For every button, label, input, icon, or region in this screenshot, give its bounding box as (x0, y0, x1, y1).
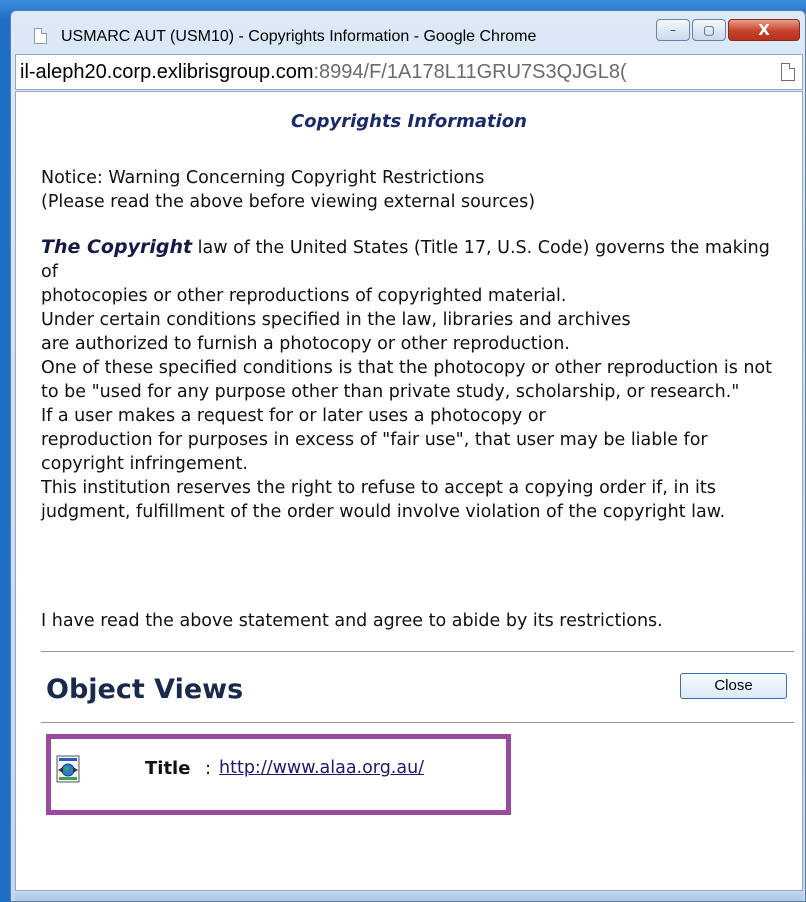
url-text[interactable]: il-aleph20.corp.exlibrisgroup.com:8994/F… (20, 61, 627, 84)
statement-line: reproduction for purposes in excess of "… (41, 430, 708, 474)
divider (41, 722, 794, 723)
page-icon (34, 28, 47, 44)
close-button[interactable]: Close (680, 673, 787, 699)
copyright-statement: The Copyright law of the United States (… (41, 235, 786, 524)
page-content: Copyrights Information Notice: Warning C… (15, 91, 803, 891)
notice-block: Notice: Warning Concerning Copyright Res… (41, 166, 781, 214)
page-heading: Copyrights Information (291, 111, 527, 132)
title-separator: : (205, 758, 212, 779)
notice-line: (Please read the above before viewing ex… (41, 192, 536, 212)
minimize-button[interactable]: – (656, 19, 690, 41)
web-object-icon[interactable] (54, 754, 84, 784)
title-field-label: Title (145, 758, 191, 779)
window-titlebar[interactable]: USMARC AUT (USM10) - Copyrights Informat… (11, 11, 805, 53)
statement-line: This institution reserves the right to r… (41, 478, 726, 522)
statement-line: are authorized to furnish a photocopy or… (41, 334, 570, 354)
url-host: il-aleph20.corp.exlibrisgroup.com (20, 61, 314, 83)
address-bar[interactable]: il-aleph20.corp.exlibrisgroup.com:8994/F… (15, 54, 803, 90)
statement-first-line: The Copyright law of the United States (… (41, 235, 786, 284)
agreement-text: I have read the above statement and agre… (41, 611, 663, 631)
lead-phrase: The Copyright (41, 236, 193, 258)
window-close-button[interactable]: X (728, 19, 800, 41)
window-bottom-border (15, 891, 803, 901)
url-path: :8994/F/1A178L11GRU7S3QJGL8( (313, 61, 627, 83)
statement-line: One of these specified conditions is tha… (41, 358, 773, 402)
browser-popup-window: USMARC AUT (USM10) - Copyrights Informat… (10, 10, 806, 902)
statement-line: photocopies or other reproductions of co… (41, 286, 567, 306)
object-url-link[interactable]: http://www.alaa.org.au/ (219, 758, 424, 778)
object-views-title: Object Views (46, 674, 244, 705)
statement-line: Under certain conditions specified in th… (41, 310, 631, 330)
page-info-icon[interactable] (781, 63, 795, 81)
maximize-button[interactable]: ▢ (692, 19, 726, 41)
notice-line: Notice: Warning Concerning Copyright Res… (41, 168, 485, 188)
window-controls: – ▢ X (656, 19, 802, 43)
divider (41, 651, 794, 652)
window-title: USMARC AUT (USM10) - Copyrights Informat… (61, 28, 537, 45)
statement-line: If a user makes a request for or later u… (41, 406, 546, 426)
